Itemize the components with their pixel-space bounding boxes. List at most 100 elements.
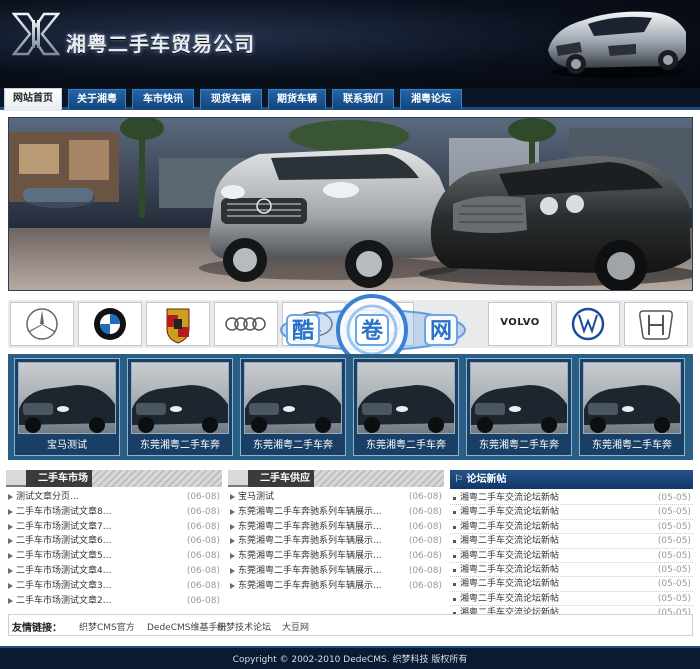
list-item[interactable]: 湘粤二手车交流论坛新帖(05-05) xyxy=(450,491,693,506)
car-card[interactable]: 东莞湘粤二手车奔 xyxy=(579,358,685,456)
friend-link[interactable]: 大豆网 xyxy=(282,620,309,633)
market-column: 二手车市场 测试文章分页... (06-08) 二手车市场测试文章8... (06-… xyxy=(6,470,222,608)
site-header: 湘粤二手车贸易公司 xyxy=(0,0,700,88)
nav-item-stock-cars[interactable]: 现货车辆 xyxy=(200,89,262,109)
brand-volkswagen[interactable] xyxy=(556,302,620,346)
market-title: 二手车市场 xyxy=(26,470,100,487)
friend-link[interactable]: DedeCMS维基手册 xyxy=(147,620,226,633)
list-item[interactable]: 二手车市场测试文章8... (06-08) xyxy=(6,505,222,520)
bullet-arrow-icon xyxy=(230,553,235,560)
list-item[interactable]: 东莞湘粤二手车奔驰系列车辆展示... (06-08) xyxy=(228,564,444,579)
vw-logo-icon xyxy=(571,307,605,341)
list-item[interactable]: 东莞湘粤二手车奔驰系列车辆展示... (06-08) xyxy=(228,579,444,594)
list-item[interactable]: 东莞湘粤二手车奔驰系列车辆展示... (06-08) xyxy=(228,549,444,564)
bullet-arrow-icon xyxy=(8,538,13,545)
car-card[interactable]: 东莞湘粤二手车奔 xyxy=(466,358,572,456)
friend-links: 友情链接： 织梦CMS官方 DedeCMS维基手册 织梦技术论坛 大豆网 xyxy=(8,614,693,636)
car-thumbnail[interactable] xyxy=(357,362,455,434)
car-thumbnail[interactable] xyxy=(244,362,342,434)
company-logo-icon xyxy=(12,12,60,56)
list-item[interactable]: 湘粤二手车交流论坛新帖(05-05) xyxy=(450,563,693,578)
forum-title: 论坛新帖 xyxy=(466,474,507,485)
nav-item-about[interactable]: 关于湘粤 xyxy=(68,89,126,109)
bullet-arrow-icon xyxy=(230,494,235,500)
car-caption[interactable]: 宝马测试 xyxy=(15,437,119,455)
forum-header: ⚐ 论坛新帖 xyxy=(450,470,693,489)
car-card[interactable]: 宝马测试 xyxy=(14,358,120,456)
list-item[interactable]: 湘粤二手车交流论坛新帖(05-05) xyxy=(450,549,693,563)
supply-column: 二手车供应 宝马测试 (06-08) 东莞湘粤二手车奔驰系列车辆展示... (06-… xyxy=(228,470,444,594)
brand-porsche[interactable] xyxy=(146,302,210,346)
car-thumbnail[interactable] xyxy=(131,362,229,434)
car-caption[interactable]: 东莞湘粤二手车奔 xyxy=(354,437,458,455)
brand-audi[interactable] xyxy=(214,302,278,346)
friend-link[interactable]: 织梦CMS官方 xyxy=(79,620,135,633)
list-item[interactable]: 东莞湘粤二手车奔驰系列车辆展示... (06-08) xyxy=(228,505,444,520)
car-thumbnail[interactable] xyxy=(470,362,568,434)
bullet-dot-icon xyxy=(453,540,456,544)
header-sportscar-image xyxy=(548,11,686,78)
list-item[interactable]: 宝马测试 (06-08) xyxy=(228,490,444,505)
header-stripes xyxy=(314,470,444,487)
header-stripes xyxy=(92,470,222,487)
banner-cars-image xyxy=(9,118,692,290)
bullet-arrow-icon xyxy=(8,523,13,530)
bullet-arrow-icon xyxy=(8,582,13,589)
list-item[interactable]: 湘粤二手车交流论坛新帖(05-05) xyxy=(450,505,693,520)
list-item[interactable]: 二手车市场测试文章5... (06-08) xyxy=(6,549,222,564)
watermark-char-1: 酷 xyxy=(286,314,320,346)
porsche-logo-icon xyxy=(166,308,190,344)
bullet-arrow-icon xyxy=(230,567,235,574)
bullet-dot-icon xyxy=(453,497,456,500)
forum-list: 湘粤二手车交流论坛新帖 (05-05) 湘粤二手车交流论坛新帖 (05-05) 湘粤… xyxy=(450,489,693,621)
list-item[interactable]: 二手车市场测试文章7... (06-08) xyxy=(6,520,222,535)
forum-header-icon: ⚐ xyxy=(454,474,467,485)
bullet-dot-icon xyxy=(453,597,456,601)
car-thumbnail[interactable] xyxy=(18,362,116,434)
nav-item-forum[interactable]: 湘粤论坛 xyxy=(400,89,462,109)
car-caption[interactable]: 东莞湘粤二手车奔 xyxy=(241,437,345,455)
bullet-arrow-icon xyxy=(8,567,13,574)
list-item[interactable]: 东莞湘粤二手车奔驰系列车辆展示... (06-08) xyxy=(228,534,444,549)
bullet-arrow-icon xyxy=(230,508,235,515)
brand-mercedes[interactable] xyxy=(10,302,74,346)
car-thumbnail[interactable] xyxy=(583,362,681,434)
list-item[interactable]: 湘粤二手车交流论坛新帖(05-05) xyxy=(450,592,693,607)
friend-link[interactable]: 织梦技术论坛 xyxy=(217,620,271,633)
car-caption[interactable]: 东莞湘粤二手车奔 xyxy=(580,437,684,455)
copyright-text: Copyright © 2002-2010 DedeCMS. 织梦科技 版权所有 xyxy=(232,655,468,665)
nav-item-future-cars[interactable]: 期货车辆 xyxy=(268,89,326,109)
car-caption[interactable]: 东莞湘粤二手车奔 xyxy=(128,437,232,455)
list-item[interactable]: 湘粤二手车交流论坛新帖(05-05) xyxy=(450,534,693,549)
brand-bmw[interactable] xyxy=(78,302,142,346)
bullet-arrow-icon xyxy=(8,597,13,604)
car-card[interactable]: 东莞湘粤二手车奔 xyxy=(240,358,346,456)
brand-honda[interactable] xyxy=(624,302,688,346)
list-item[interactable]: 二手车市场测试文章4... (06-08) xyxy=(6,564,222,579)
market-header: 二手车市场 xyxy=(6,470,222,487)
brand-volvo[interactable]: VOLVO xyxy=(488,302,552,346)
bullet-arrow-icon xyxy=(230,538,235,545)
list-item[interactable]: 二手车市场测试文章6... (06-08) xyxy=(6,534,222,549)
list-item[interactable]: 二手车市场测试文章2... (06-08) xyxy=(6,594,222,609)
list-item[interactable]: 测试文章分页... (06-08) xyxy=(6,490,222,505)
list-item[interactable]: 湘粤二手车交流论坛新帖(05-05) xyxy=(450,577,693,592)
car-caption[interactable]: 东莞湘粤二手车奔 xyxy=(467,437,571,455)
list-item[interactable]: 湘粤二手车交流论坛新帖(05-05) xyxy=(450,520,693,535)
car-gallery: 宝马测试 东莞湘粤二手车奔 东莞湘粤二手车奔 东莞湘粤二手车奔 东莞湘粤二手车奔… xyxy=(8,354,693,460)
bullet-arrow-icon xyxy=(230,582,235,589)
bullet-dot-icon xyxy=(453,525,456,529)
car-card[interactable]: 东莞湘粤二手车奔 xyxy=(127,358,233,456)
nav-item-news[interactable]: 车市快讯 xyxy=(132,89,194,109)
nav-item-home[interactable]: 网站首页 xyxy=(4,88,62,111)
mercedes-logo-icon xyxy=(26,308,58,340)
supply-list: 宝马测试 (06-08) 东莞湘粤二手车奔驰系列车辆展示... (06-08) 东莞… xyxy=(228,487,444,594)
car-card[interactable]: 东莞湘粤二手车奔 xyxy=(353,358,459,456)
list-item[interactable]: 二手车市场测试文章3... (06-08) xyxy=(6,579,222,594)
supply-header: 二手车供应 xyxy=(228,470,444,487)
list-item[interactable]: 东莞湘粤二手车奔驰系列车辆展示... (06-08) xyxy=(228,520,444,535)
bullet-arrow-icon xyxy=(8,553,13,560)
audi-logo-icon xyxy=(225,317,266,331)
company-name: 湘粤二手车贸易公司 xyxy=(66,32,255,56)
nav-item-contact[interactable]: 联系我们 xyxy=(332,89,394,109)
